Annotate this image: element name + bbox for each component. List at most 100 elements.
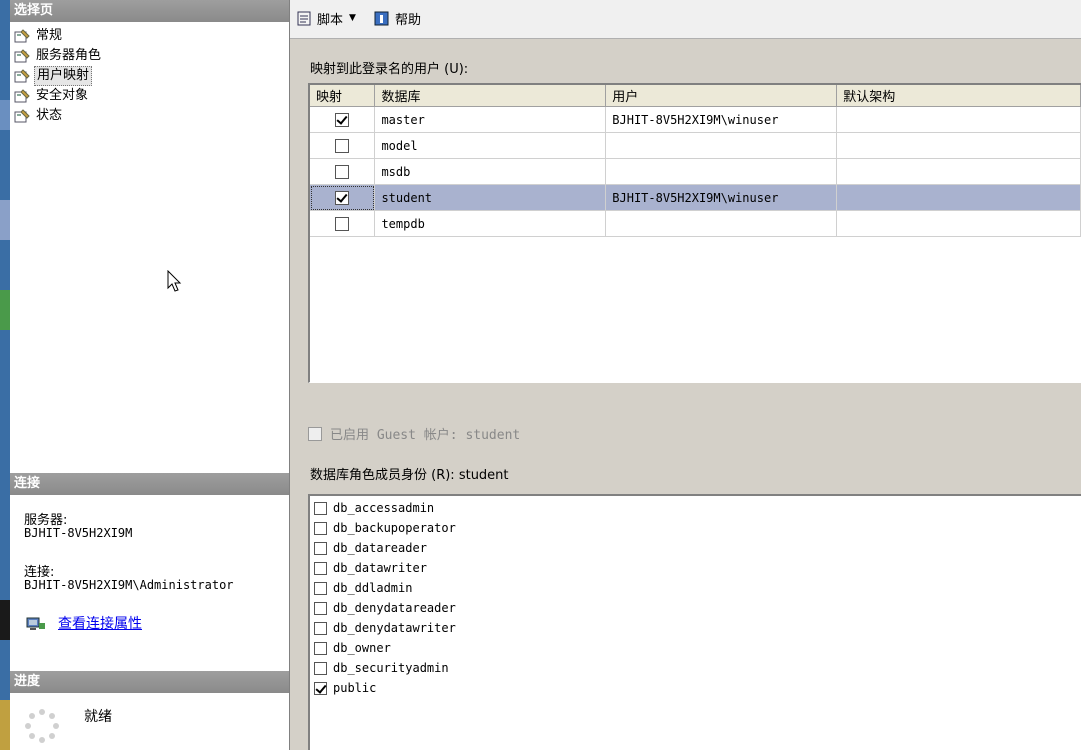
page-item[interactable]: 安全对象 bbox=[14, 87, 90, 105]
mapped-checkbox[interactable] bbox=[335, 216, 350, 231]
database-cell: msdb bbox=[374, 158, 607, 185]
role-checkbox[interactable] bbox=[314, 681, 327, 695]
user-cell[interactable] bbox=[605, 210, 838, 237]
user-cell[interactable]: BJHIT-8V5H2XI9M\winuser bbox=[605, 106, 838, 133]
role-item[interactable]: db_securityadmin bbox=[310, 658, 1081, 678]
role-checkbox[interactable] bbox=[314, 521, 327, 535]
connection-value: BJHIT-8V5H2XI9M\Administrator bbox=[24, 578, 234, 592]
role-name: db_denydatareader bbox=[333, 601, 456, 615]
page-item-label: 安全对象 bbox=[36, 88, 89, 103]
database-cell: model bbox=[374, 132, 607, 159]
column-header-database[interactable]: 数据库 bbox=[374, 85, 607, 107]
mapping-row[interactable]: tempdb bbox=[310, 210, 1081, 237]
help-icon bbox=[374, 11, 389, 25]
guest-account-checkbox bbox=[308, 426, 322, 441]
role-name: db_backupoperator bbox=[333, 521, 456, 535]
role-checkbox[interactable] bbox=[314, 661, 327, 675]
column-header-user[interactable]: 用户 bbox=[605, 85, 838, 107]
page-item-label: 状态 bbox=[36, 108, 63, 123]
mapped-cell bbox=[310, 210, 376, 237]
role-checkbox[interactable] bbox=[314, 541, 327, 555]
role-name: db_ddladmin bbox=[333, 581, 413, 595]
default-schema-cell[interactable] bbox=[836, 158, 1081, 185]
toolbar: 脚本 ▼ 帮助 bbox=[290, 0, 1081, 39]
progress-spinner-icon bbox=[25, 709, 59, 743]
role-checkbox[interactable] bbox=[314, 561, 327, 575]
role-item[interactable]: public bbox=[310, 678, 1081, 698]
script-button[interactable]: 脚本 ▼ bbox=[296, 8, 356, 28]
page-wrench-icon bbox=[14, 69, 30, 83]
help-label: 帮助 bbox=[395, 12, 422, 28]
mapping-row[interactable]: msdb bbox=[310, 158, 1081, 185]
role-name: db_datawriter bbox=[333, 561, 427, 575]
page-wrench-icon bbox=[14, 89, 30, 103]
page-item[interactable]: 用户映射 bbox=[14, 66, 93, 86]
role-item[interactable]: db_denydatareader bbox=[310, 598, 1081, 618]
role-name: db_owner bbox=[333, 641, 391, 655]
mapping-row[interactable]: master BJHIT-8V5H2XI9M\winuser bbox=[310, 106, 1081, 133]
help-button[interactable]: 帮助 bbox=[374, 8, 421, 28]
mapped-cell bbox=[310, 132, 376, 159]
guest-account-label: 已启用 Guest 帐户: student bbox=[330, 428, 521, 443]
page-item-label: 常规 bbox=[36, 28, 63, 43]
role-checkbox[interactable] bbox=[314, 621, 327, 635]
desktop-edge bbox=[0, 0, 10, 750]
page-wrench-icon bbox=[14, 49, 30, 63]
left-panel: 选择页 常规 服务器角色 用户映射 安全对象 状态 连接 服务器: BJHIT-8V5H… bbox=[10, 0, 290, 750]
role-item[interactable]: db_datareader bbox=[310, 538, 1081, 558]
role-item[interactable]: db_accessadmin bbox=[310, 498, 1081, 518]
role-checkbox[interactable] bbox=[314, 501, 327, 515]
role-checkbox[interactable] bbox=[314, 601, 327, 615]
page-item[interactable]: 状态 bbox=[14, 107, 64, 125]
page-wrench-icon bbox=[14, 29, 30, 43]
view-connection-properties-link[interactable]: 查看连接属性 bbox=[58, 613, 142, 633]
page-item[interactable]: 常规 bbox=[14, 27, 64, 45]
mapped-checkbox[interactable] bbox=[335, 138, 350, 153]
page-wrench-icon bbox=[14, 109, 30, 123]
mapped-cell bbox=[310, 158, 376, 185]
role-item[interactable]: db_owner bbox=[310, 638, 1081, 658]
user-cell[interactable] bbox=[605, 158, 838, 185]
default-schema-cell[interactable] bbox=[836, 106, 1081, 133]
role-checkbox[interactable] bbox=[314, 581, 327, 595]
mapping-title: 映射到此登录名的用户 (U): bbox=[310, 62, 469, 77]
mapping-row[interactable]: student BJHIT-8V5H2XI9M\winuser bbox=[310, 184, 1081, 211]
user-cell[interactable]: BJHIT-8V5H2XI9M\winuser bbox=[605, 184, 838, 211]
role-name: db_securityadmin bbox=[333, 661, 449, 675]
database-cell: tempdb bbox=[374, 210, 607, 237]
connection-header: 连接 bbox=[10, 473, 289, 495]
role-item[interactable]: db_backupoperator bbox=[310, 518, 1081, 538]
select-page-header: 选择页 bbox=[10, 0, 289, 22]
column-header-default-schema[interactable]: 默认架构 bbox=[836, 85, 1081, 107]
server-value: BJHIT-8V5H2XI9M bbox=[24, 526, 133, 540]
mapped-checkbox[interactable] bbox=[335, 112, 350, 127]
progress-status: 就绪 bbox=[84, 709, 112, 725]
page-item-label: 用户映射 bbox=[34, 66, 93, 86]
mapped-checkbox[interactable] bbox=[335, 190, 350, 205]
connection-properties-icon bbox=[26, 617, 45, 630]
role-item[interactable]: db_denydatawriter bbox=[310, 618, 1081, 638]
page-item[interactable]: 服务器角色 bbox=[14, 47, 103, 65]
script-label: 脚本 bbox=[317, 12, 344, 28]
role-item[interactable]: db_datawriter bbox=[310, 558, 1081, 578]
role-item[interactable]: db_ddladmin bbox=[310, 578, 1081, 598]
default-schema-cell[interactable] bbox=[836, 132, 1081, 159]
role-checkbox[interactable] bbox=[314, 641, 327, 655]
user-cell[interactable] bbox=[605, 132, 838, 159]
column-header-mapped[interactable]: 映射 bbox=[310, 85, 376, 107]
default-schema-cell[interactable] bbox=[836, 184, 1081, 211]
chevron-down-icon[interactable]: ▼ bbox=[349, 13, 356, 23]
right-panel: 脚本 ▼ 帮助 映射到此登录名的用户 (U): 映射 数据库 用户 默认架构 m… bbox=[290, 0, 1081, 750]
mapped-checkbox[interactable] bbox=[335, 164, 350, 179]
default-schema-cell[interactable] bbox=[836, 210, 1081, 237]
role-name: db_accessadmin bbox=[333, 501, 435, 515]
database-cell: student bbox=[374, 184, 607, 211]
role-name: db_datareader bbox=[333, 541, 427, 555]
script-icon bbox=[297, 11, 311, 25]
role-name: public bbox=[333, 681, 377, 695]
role-membership-list: db_accessadmin db_backupoperator db_datare… bbox=[308, 494, 1081, 750]
mapping-row[interactable]: model bbox=[310, 132, 1081, 159]
roles-title: 数据库角色成员身份 (R): student bbox=[310, 468, 509, 483]
role-name: db_denydatawriter bbox=[333, 621, 456, 635]
progress-header: 进度 bbox=[10, 671, 289, 693]
